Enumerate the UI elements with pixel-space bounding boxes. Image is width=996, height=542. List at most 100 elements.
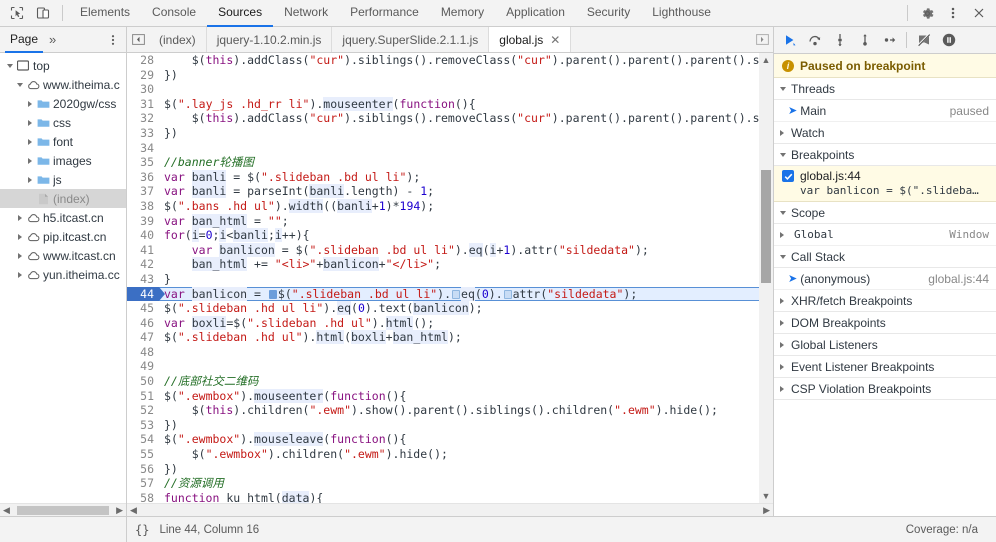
line-number[interactable]: 42 [127, 257, 159, 272]
tab-sources[interactable]: Sources [207, 0, 274, 27]
code-text[interactable]: $(".slideban .hd ul").html(boxli+ban_htm… [159, 330, 773, 345]
chevron-right-icon[interactable] [780, 341, 791, 348]
line-number[interactable]: 49 [127, 359, 159, 375]
code-line[interactable]: 35//banner轮播图 [127, 155, 773, 170]
code-text[interactable]: //底部社交二维码 [159, 374, 773, 389]
code-text[interactable]: var boxli=$(".slideban .hd ul").html(); [159, 315, 773, 331]
code-text[interactable]: $(".slideban .hd ul li").eq(0).text(banl… [159, 301, 773, 316]
line-number[interactable]: 48 [127, 344, 159, 360]
scrollbar-thumb[interactable] [761, 170, 771, 283]
code-line[interactable]: 38 $(".bans .hd ul").width((banli+1)*194)… [127, 198, 773, 214]
code-text[interactable]: var banli = parseInt(banli.length) - 1; [159, 184, 773, 199]
line-number[interactable]: 52 [127, 403, 159, 418]
code-line[interactable]: 30 [127, 82, 773, 97]
line-number[interactable]: 30 [127, 82, 159, 97]
tree-item-www-itheima[interactable]: www.itheima.c [0, 75, 126, 94]
code-line[interactable]: 46 var boxli=$(".slideban .hd ul").html()… [127, 315, 773, 331]
code-line[interactable]: 49 [127, 359, 773, 375]
code-line[interactable]: 36 var banli = $(".slideban .bd ul li"); [127, 169, 773, 185]
pretty-print-icon[interactable]: {} [135, 523, 149, 537]
chevron-right-icon[interactable] [780, 231, 791, 238]
close-icon[interactable]: ✕ [550, 33, 560, 47]
editor-tab-jquery[interactable]: jquery-1.10.2.min.js [207, 27, 333, 52]
step-into-icon[interactable] [827, 28, 852, 52]
chevron-right-icon[interactable] [780, 385, 791, 392]
code-text[interactable]: $(".ewmbox").mouseleave(function(){ [159, 432, 773, 447]
tree-item-yun-itheima[interactable]: yun.itheima.cc [0, 265, 126, 284]
call-stack-frame[interactable]: ➤ (anonymous) global.js:44 [774, 268, 996, 290]
section-breakpoints[interactable]: Breakpoints [774, 144, 996, 166]
code-text[interactable]: $(".ewmbox").mouseenter(function(){ [159, 388, 773, 404]
tab-lighthouse[interactable]: Lighthouse [641, 0, 722, 27]
code-text[interactable]: $(this).addClass("cur").siblings().remov… [159, 53, 773, 68]
scroll-left-icon[interactable]: ◀ [0, 505, 13, 516]
code-lines[interactable]: 28 $(this).addClass("cur").siblings().re… [127, 53, 773, 503]
section-threads[interactable]: Threads [774, 78, 996, 100]
code-line[interactable]: 34 [127, 140, 773, 156]
tree-item-images[interactable]: images [0, 151, 126, 170]
code-line[interactable]: 50//底部社交二维码 [127, 374, 773, 389]
editor-tab-globaljs[interactable]: global.js ✕ [489, 27, 572, 52]
step-out-icon[interactable] [852, 28, 877, 52]
tab-network[interactable]: Network [273, 0, 339, 27]
chevron-right-icon[interactable] [14, 214, 26, 221]
code-text[interactable]: var ban_html = ""; [159, 213, 773, 229]
editor-horizontal-scrollbar[interactable]: ◀ ▶ [127, 503, 773, 516]
line-number[interactable]: 58 [127, 490, 159, 503]
code-text[interactable]: }) [159, 462, 773, 477]
close-icon[interactable] [966, 1, 992, 25]
navigator-tab-page[interactable]: Page [5, 27, 44, 53]
code-text[interactable]: var banlicon = $(".slideban .bd ul li").… [159, 242, 773, 258]
gear-icon[interactable] [914, 1, 940, 25]
breakpoint-checkbox[interactable] [782, 170, 794, 182]
line-number[interactable]: 37 [127, 184, 159, 199]
line-number[interactable]: 32 [127, 111, 159, 126]
code-text[interactable]: var banlicon = $(".slideban .bd ul li").… [159, 286, 773, 302]
code-text[interactable]: }) [159, 68, 773, 83]
resume-script-execution-icon[interactable] [777, 28, 802, 52]
tab-security[interactable]: Security [576, 0, 641, 27]
code-text[interactable]: //资源调用 [159, 476, 773, 491]
code-line[interactable]: 32 $(this).addClass("cur").siblings().re… [127, 111, 773, 126]
line-number[interactable]: 45 [127, 301, 159, 316]
section-call-stack[interactable]: Call Stack [774, 246, 996, 268]
code-text[interactable]: $(this).addClass("cur").siblings().remov… [159, 111, 773, 126]
section-watch[interactable]: Watch [774, 122, 996, 144]
editor-tab-index[interactable]: (index) [149, 27, 207, 52]
tree-item-h5-itcast[interactable]: h5.itcast.cn [0, 208, 126, 227]
code-text[interactable]: }) [159, 126, 773, 141]
chevron-right-icon[interactable] [14, 233, 26, 240]
line-number[interactable]: 54 [127, 432, 159, 448]
code-text[interactable]: function ku_html(data){ [159, 490, 773, 503]
section-global-listeners[interactable]: Global Listeners [774, 334, 996, 356]
scroll-right-icon[interactable]: ▶ [760, 505, 773, 516]
line-number[interactable]: 43 [127, 271, 159, 287]
code-line[interactable]: 40 for(i=0;i<banli;i++){ [127, 228, 773, 243]
chevron-down-icon[interactable] [780, 86, 791, 91]
section-csp-violation-breakpoints[interactable]: CSP Violation Breakpoints [774, 378, 996, 400]
code-line[interactable]: 55 $(".ewmbox").children(".ewm").hide(); [127, 447, 773, 462]
line-number[interactable]: 33 [127, 125, 159, 141]
code-line[interactable]: 28 $(this).addClass("cur").siblings().re… [127, 53, 773, 68]
code-line[interactable]: 29}) [127, 67, 773, 83]
chevron-down-icon[interactable] [780, 210, 791, 215]
tree-item-pip-itcast[interactable]: pip.itcast.cn [0, 227, 126, 246]
code-line-executing[interactable]: 44 var banlicon = $(".slideban .bd ul li"… [127, 286, 773, 302]
editor-tab-superslide[interactable]: jquery.SuperSlide.2.1.1.js [332, 27, 490, 52]
editor-vertical-scrollbar[interactable]: ▲ ▼ [759, 53, 773, 503]
deactivate-breakpoints-icon[interactable] [911, 28, 936, 52]
kebab-menu-icon[interactable] [940, 1, 966, 25]
code-text[interactable]: for(i=0;i<banli;i++){ [159, 228, 773, 243]
chevron-down-icon[interactable] [14, 82, 26, 87]
code-line[interactable]: 56}) [127, 461, 773, 477]
line-number[interactable]: 35 [127, 155, 159, 170]
code-line[interactable]: 31 $(".lay_js .hd_rr li").mouseenter(func… [127, 96, 773, 112]
line-number[interactable]: 57 [127, 476, 159, 491]
scroll-up-icon[interactable]: ▲ [759, 53, 773, 67]
tree-item-top[interactable]: top [0, 56, 126, 75]
code-line[interactable]: 33}) [127, 125, 773, 141]
chevron-right-icon[interactable] [24, 119, 36, 126]
tree-item-index[interactable]: (index) [0, 189, 126, 208]
code-text[interactable]: $(".ewmbox").children(".ewm").hide(); [159, 447, 773, 462]
chevron-down-icon[interactable] [780, 152, 791, 157]
